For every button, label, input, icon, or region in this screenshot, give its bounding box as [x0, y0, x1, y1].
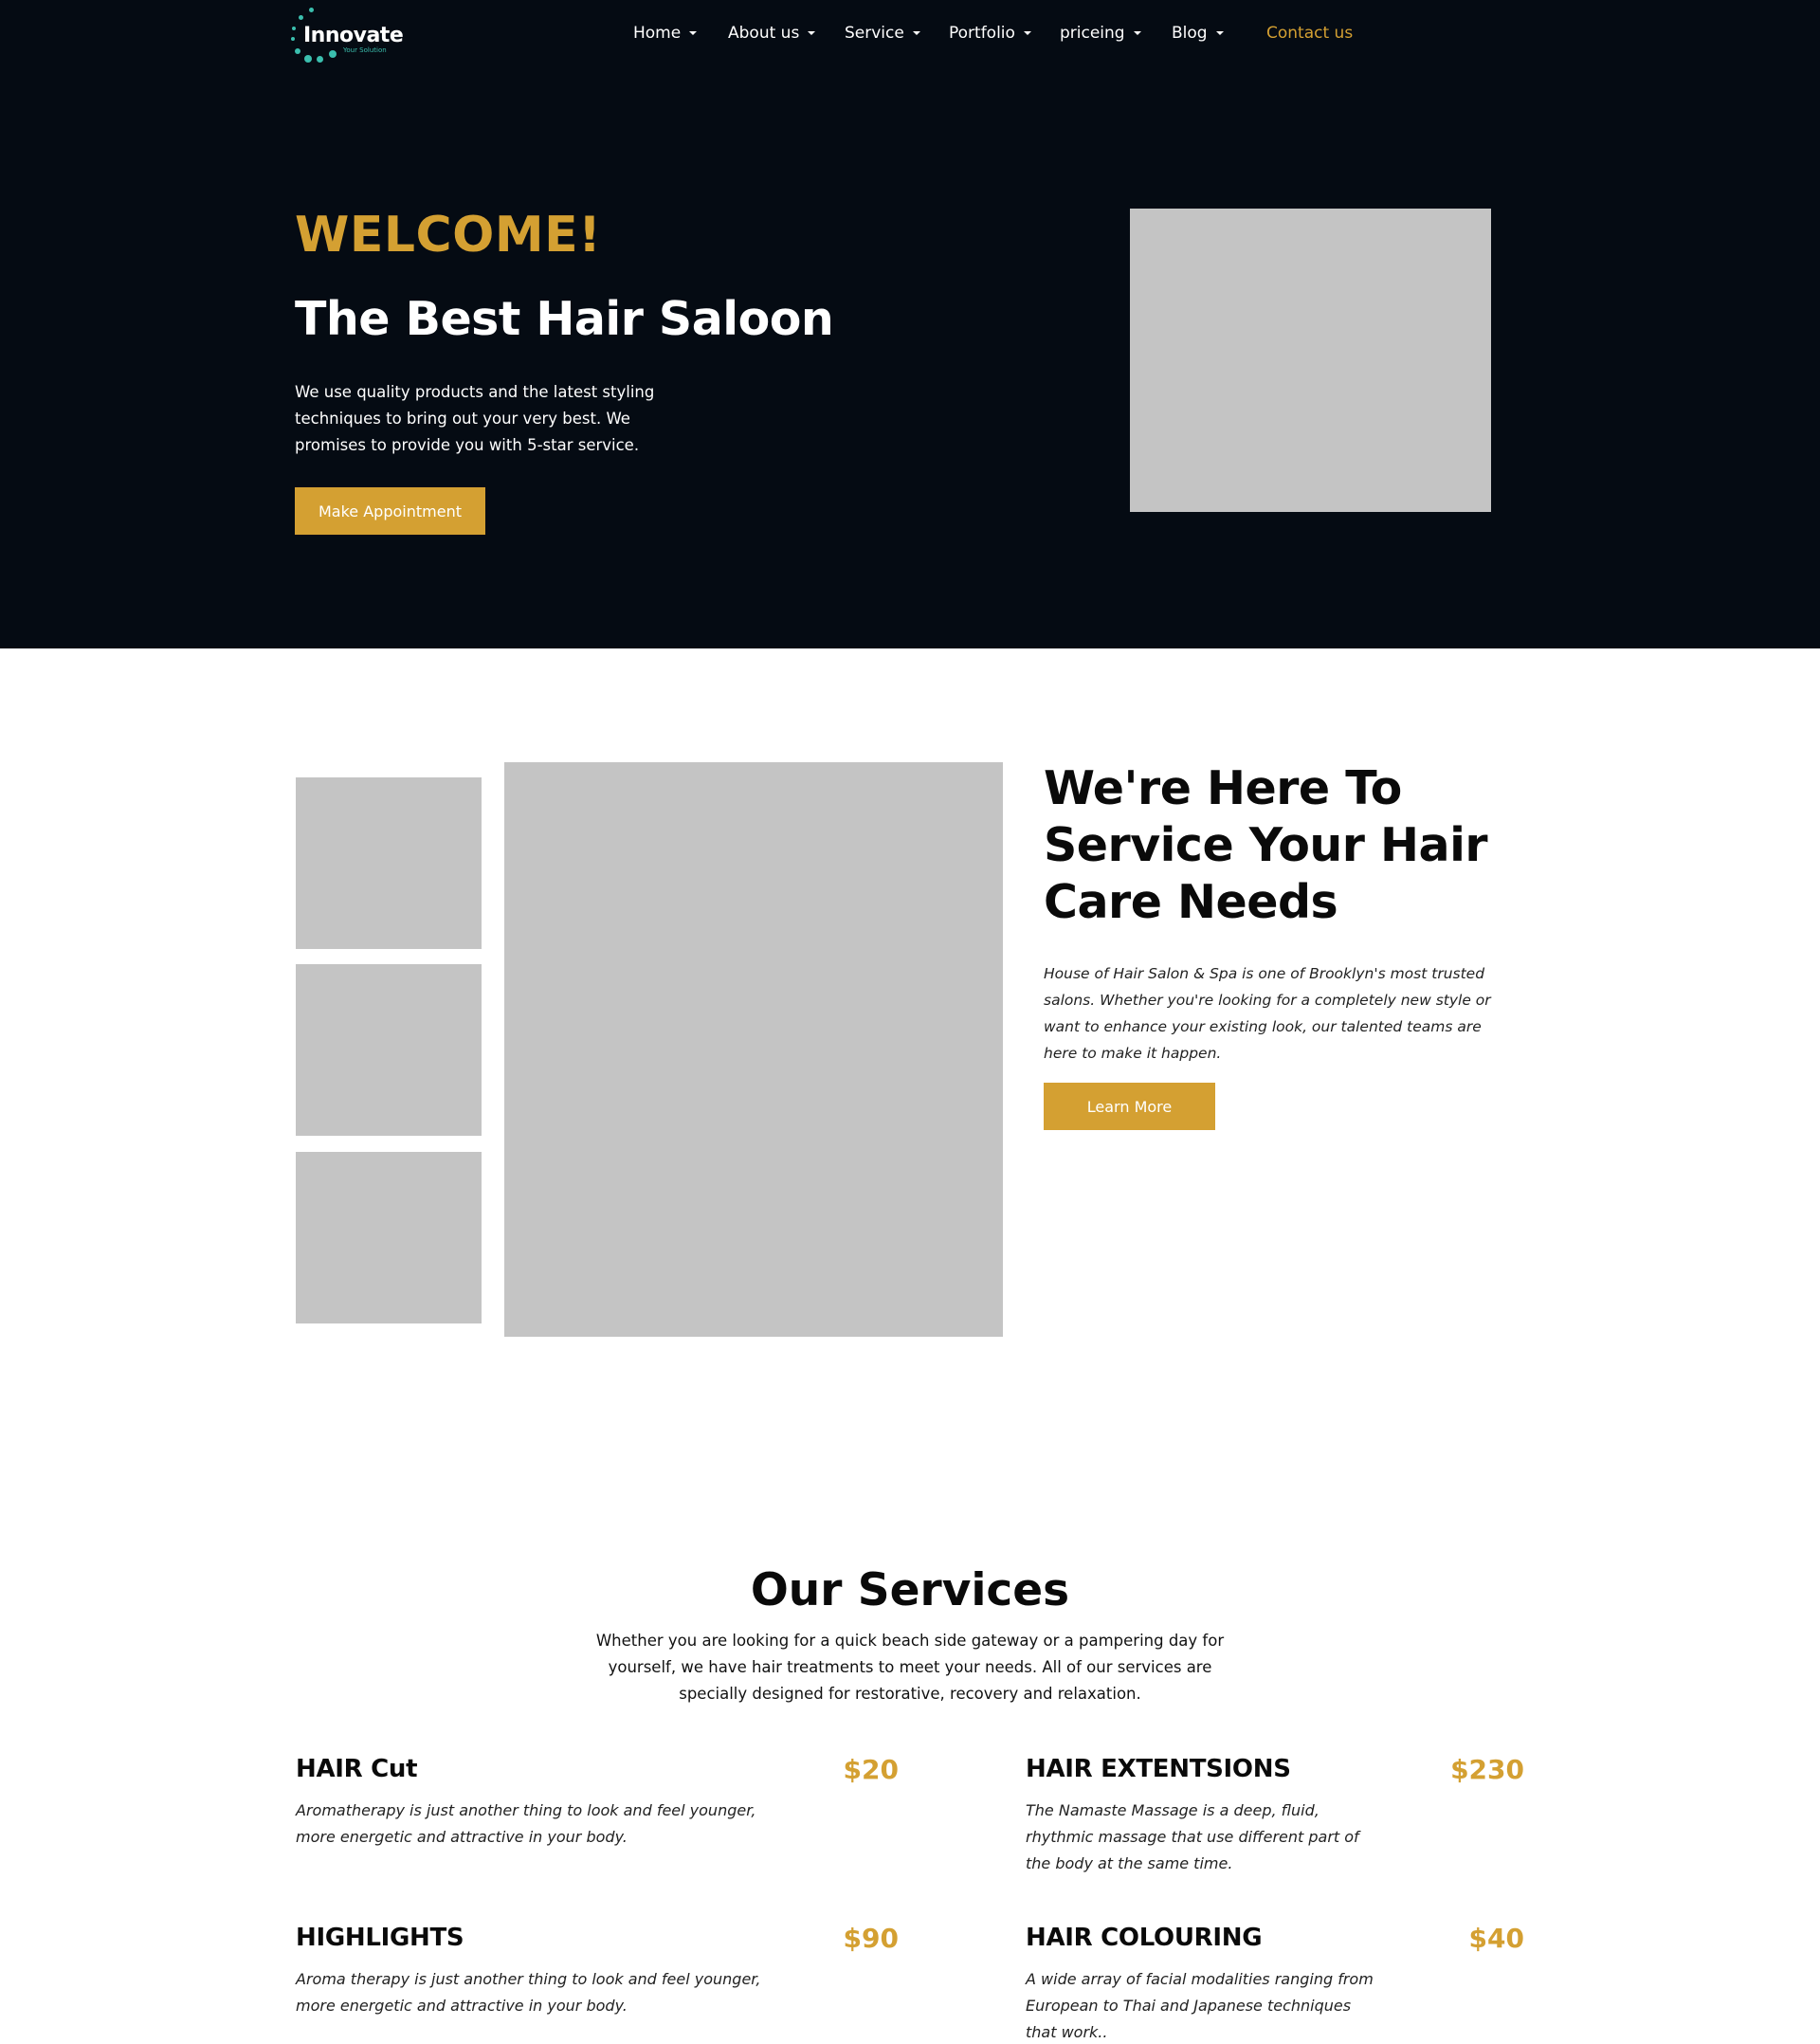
- logo-dot-icon: [299, 15, 303, 20]
- nav-item-label: Blog: [1172, 24, 1208, 43]
- services-title: Our Services: [750, 1564, 1070, 1616]
- hero-image-placeholder: [1130, 209, 1491, 512]
- service-name: HAIR COLOURING: [1026, 1924, 1263, 1952]
- service-name: HAIR EXTENTSIONS: [1026, 1755, 1291, 1783]
- nav-item-portfolio[interactable]: Portfolio: [949, 24, 1031, 43]
- service-name: HIGHLIGHTS: [296, 1924, 464, 1952]
- logo-dot-icon: [304, 55, 312, 63]
- nav-item-label: Service: [845, 24, 904, 43]
- logo-dot-icon: [317, 56, 323, 63]
- brand-tagline: Your Solution: [343, 46, 387, 54]
- nav-item-label: About us: [728, 24, 800, 43]
- caret-down-icon: [1133, 31, 1141, 35]
- hero-title: The Best Hair Saloon: [295, 292, 834, 346]
- logo-dot-icon: [309, 8, 314, 12]
- caret-down-icon: [1215, 31, 1224, 35]
- logo-dot-icon: [329, 50, 337, 58]
- learn-more-button[interactable]: Learn More: [1044, 1083, 1215, 1130]
- gallery-thumb-image: [296, 1152, 482, 1323]
- nav-contact-link[interactable]: Contact us: [1266, 24, 1353, 43]
- nav-item-label: Portfolio: [949, 24, 1015, 43]
- caret-down-icon: [1023, 31, 1031, 35]
- nav-item-home[interactable]: Home: [633, 24, 698, 43]
- main-nav: Home About us Service Portfolio priceing…: [0, 24, 1820, 46]
- caret-down-icon: [912, 31, 920, 35]
- service-name: HAIR Cut: [296, 1755, 418, 1783]
- service-price: $20: [843, 1754, 899, 1785]
- hero-section: Innovate Your Solution Home About us Ser…: [0, 0, 1820, 648]
- services-intro: Whether you are looking for a quick beac…: [595, 1632, 1225, 1703]
- about-title: We're Here To Service Your Hair Care Nee…: [1044, 761, 1488, 929]
- gallery-thumb-image: [296, 964, 482, 1136]
- caret-down-icon: [808, 31, 816, 35]
- caret-down-icon: [689, 31, 698, 35]
- hero-description: We use quality products and the latest s…: [295, 383, 655, 454]
- logo-dot-icon: [295, 48, 300, 54]
- service-price: $230: [1450, 1754, 1524, 1785]
- service-price: $90: [843, 1923, 899, 1954]
- nav-item-about[interactable]: About us: [728, 24, 816, 43]
- service-description: A wide array of facial modalities rangin…: [1026, 1970, 1374, 2041]
- nav-item-label: priceing: [1060, 24, 1125, 43]
- gallery-main-image: [504, 762, 1003, 1337]
- nav-item-blog[interactable]: Blog: [1172, 24, 1224, 43]
- service-description: Aromatherapy is just another thing to lo…: [296, 1801, 756, 1846]
- nav-item-label: Home: [633, 24, 682, 43]
- service-description: Aroma therapy is just another thing to l…: [296, 1970, 761, 2015]
- nav-item-service[interactable]: Service: [845, 24, 920, 43]
- service-description: The Namaste Massage is a deep, fluid, rh…: [1026, 1801, 1359, 1872]
- nav-item-pricing[interactable]: priceing: [1060, 24, 1141, 43]
- gallery-thumb-image: [296, 777, 482, 949]
- service-price: $40: [1468, 1923, 1524, 1954]
- hero-welcome: WELCOME!: [295, 207, 602, 264]
- about-description: House of Hair Salon & Spa is one of Broo…: [1044, 965, 1491, 1062]
- make-appointment-button[interactable]: Make Appointment: [295, 487, 485, 535]
